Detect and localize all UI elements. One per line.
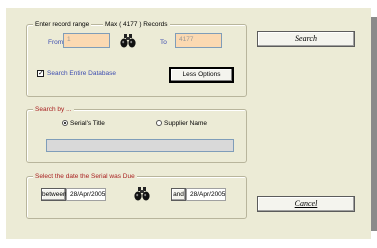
- search-entire-database-checkbox[interactable]: ✓: [37, 70, 44, 77]
- supplier-name-radio[interactable]: [156, 120, 162, 126]
- to-input[interactable]: 4177: [175, 33, 222, 48]
- supplier-name-label[interactable]: Supplier Name: [164, 119, 207, 128]
- due-date-legend: Select the date the Serial was Due: [33, 172, 137, 181]
- to-label: To: [160, 39, 167, 46]
- cancel-button[interactable]: Cancel: [257, 196, 355, 212]
- serials-title-label[interactable]: Serial's Title: [70, 119, 105, 128]
- between-date-input[interactable]: 28/Apr/2005: [66, 188, 106, 201]
- cancel-button-label: Cancel: [294, 199, 318, 208]
- from-label: From: [48, 39, 64, 46]
- less-options-button[interactable]: Less Options: [170, 68, 233, 82]
- search-by-group: Search by ... Serial's Title Supplier Na…: [26, 105, 247, 163]
- search-by-legend: Search by ...: [33, 105, 74, 114]
- from-input[interactable]: 1: [63, 33, 110, 48]
- and-button[interactable]: and: [171, 188, 186, 201]
- serials-title-radio[interactable]: [62, 120, 68, 126]
- search-button-label: Search: [295, 34, 317, 43]
- binoculars-icon[interactable]: [134, 187, 150, 201]
- due-date-group: Select the date the Serial was Due betwe…: [26, 172, 247, 219]
- search-entire-database-label[interactable]: Search Entire Database: [47, 69, 116, 78]
- binoculars-icon[interactable]: [120, 34, 136, 48]
- search-query-input[interactable]: [46, 139, 234, 152]
- search-button[interactable]: Search: [257, 31, 355, 47]
- record-range-group: Enter record range Max ( 4177 ) Records …: [26, 20, 247, 97]
- and-date-input[interactable]: 28/Apr/2005: [186, 188, 226, 201]
- between-button[interactable]: between: [41, 188, 67, 201]
- record-range-legend: Enter record range: [33, 20, 92, 29]
- dialog-window: Enter record range Max ( 4177 ) Records …: [6, 8, 371, 239]
- max-records-label: Max ( 4177 ) Records: [103, 20, 170, 29]
